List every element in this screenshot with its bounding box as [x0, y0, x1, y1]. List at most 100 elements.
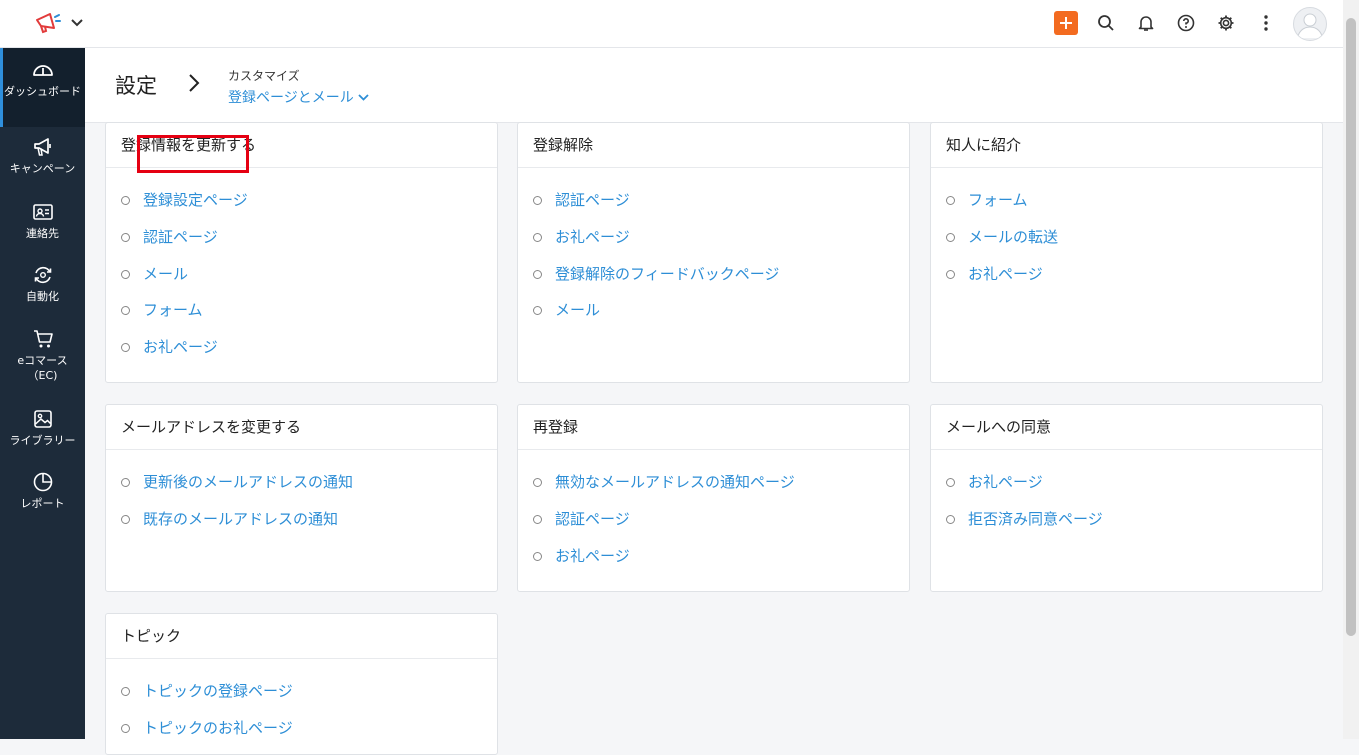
list-item: 認証ページ	[518, 501, 909, 538]
link-existing-email-notice[interactable]: 既存のメールアドレスの通知	[143, 510, 338, 528]
list-item: お礼ページ	[931, 464, 1322, 501]
list-item: お礼ページ	[931, 256, 1322, 293]
bullet-icon	[121, 514, 130, 524]
add-button[interactable]	[1054, 11, 1078, 35]
chevron-down-icon[interactable]	[70, 16, 84, 30]
list-item: メールの転送	[931, 219, 1322, 256]
user-avatar[interactable]	[1293, 7, 1327, 41]
page-title: 設定	[115, 74, 157, 98]
breadcrumb-parent[interactable]: カスタマイズ	[228, 67, 300, 84]
bullet-icon	[121, 232, 130, 242]
list-item: お礼ページ	[518, 219, 909, 256]
top-bar	[0, 0, 1343, 48]
sidebar-item-ecommerce[interactable]: eコマース（EC)	[0, 328, 85, 392]
bullet-icon	[121, 196, 130, 205]
settings-button[interactable]	[1215, 12, 1237, 34]
bullet-icon	[946, 478, 955, 487]
link-thank-you-page[interactable]: お礼ページ	[968, 265, 1043, 283]
sidebar-item-label: レポート	[20, 497, 65, 510]
link-topic-subscription-page[interactable]: トピックの登録ページ	[143, 682, 293, 700]
list-item: 登録設定ページ	[106, 182, 497, 219]
link-invalid-email-notice-page[interactable]: 無効なメールアドレスの通知ページ	[555, 473, 795, 491]
link-topic-thank-you-page[interactable]: トピックのお礼ページ	[143, 719, 293, 737]
sidebar-item-contacts[interactable]: 連絡先	[0, 201, 85, 257]
sidebar-item-label: キャンペーン	[9, 162, 76, 175]
link-thank-you-page[interactable]: お礼ページ	[968, 473, 1043, 491]
bullet-icon	[533, 551, 542, 561]
bullet-icon	[121, 343, 130, 353]
bullet-icon	[533, 306, 542, 316]
sidebar-item-automation[interactable]: 自動化	[0, 264, 85, 320]
link-form[interactable]: フォーム	[143, 301, 203, 319]
sidebar-item-library[interactable]: ライブラリー	[0, 408, 85, 464]
link-confirmation-page[interactable]: 認証ページ	[555, 191, 630, 209]
list-item: 登録解除のフィードバックページ	[518, 256, 909, 293]
sidebar-item-dashboard[interactable]: ダッシュボード	[0, 48, 85, 127]
list-item: 拒否済み同意ページ	[931, 501, 1322, 538]
card-email-consent: メールへの同意 お礼ページ 拒否済み同意ページ	[930, 404, 1323, 592]
card-topics: トピック トピックの登録ページ トピックのお礼ページ	[105, 613, 498, 755]
link-form[interactable]: フォーム	[968, 191, 1028, 209]
card-title: メールアドレスを変更する	[106, 405, 497, 450]
link-confirmation-page[interactable]: 認証ページ	[555, 510, 630, 528]
page-header: 設定 カスタマイズ 登録ページとメール	[85, 48, 1343, 123]
card-change-email: メールアドレスを変更する 更新後のメールアドレスの通知 既存のメールアドレスの通…	[105, 404, 498, 592]
link-email[interactable]: メール	[143, 265, 188, 283]
card-title: 知人に紹介	[931, 123, 1322, 168]
list-item: 更新後のメールアドレスの通知	[106, 464, 497, 501]
megaphone-logo-icon[interactable]	[34, 11, 62, 35]
gear-icon	[1218, 15, 1234, 31]
bullet-icon	[946, 269, 955, 279]
list-item: トピックの登録ページ	[106, 673, 497, 710]
help-button[interactable]	[1175, 12, 1197, 34]
notifications-button[interactable]	[1135, 12, 1157, 34]
more-vertical-icon	[1264, 15, 1268, 31]
chevron-down-icon	[358, 93, 369, 101]
list-item: メール	[106, 256, 497, 293]
help-icon	[1177, 14, 1195, 32]
card-refer-friend: 知人に紹介 フォーム メールの転送 お礼ページ	[930, 122, 1323, 383]
bullet-icon	[533, 232, 542, 242]
link-email[interactable]: メール	[555, 301, 600, 319]
link-thank-you-page[interactable]: お礼ページ	[555, 547, 630, 565]
card-update-subscription: 登録情報を更新する 登録設定ページ 認証ページ メール フォーム お礼ページ	[105, 122, 498, 383]
megaphone-icon	[33, 138, 51, 156]
list-item: 認証ページ	[106, 219, 497, 256]
chevron-right-icon	[189, 74, 200, 92]
bullet-icon	[533, 478, 542, 487]
bullet-icon	[121, 478, 130, 487]
vertical-scrollbar[interactable]	[1343, 0, 1359, 739]
card-resubscribe: 再登録 無効なメールアドレスの通知ページ 認証ページ お礼ページ	[517, 404, 910, 592]
link-unsubscribe-feedback-page[interactable]: 登録解除のフィードバックページ	[555, 265, 779, 283]
breadcrumb-current-dropdown[interactable]: 登録ページとメール	[228, 87, 370, 107]
link-email-forward[interactable]: メールの転送	[968, 228, 1058, 246]
scrollbar-thumb[interactable]	[1346, 18, 1356, 636]
card-title: 登録解除	[518, 123, 909, 168]
list-item: トピックのお礼ページ	[106, 710, 497, 747]
more-menu-button[interactable]	[1255, 12, 1277, 34]
link-updated-email-notice[interactable]: 更新後のメールアドレスの通知	[143, 473, 353, 491]
sidebar-item-label: 連絡先	[26, 227, 59, 240]
search-button[interactable]	[1095, 12, 1117, 34]
sidebar-item-label: ダッシュボード	[4, 85, 81, 98]
bullet-icon	[533, 196, 542, 205]
list-item: 無効なメールアドレスの通知ページ	[518, 464, 909, 501]
link-subscription-settings-page[interactable]: 登録設定ページ	[143, 191, 248, 209]
plus-icon	[1060, 17, 1072, 29]
sidebar-item-reports[interactable]: レポート	[0, 471, 85, 527]
bullet-icon	[533, 514, 542, 524]
bullet-icon	[946, 196, 955, 205]
cart-icon	[33, 330, 53, 348]
sidebar-item-campaigns[interactable]: キャンペーン	[0, 136, 85, 192]
link-thank-you-page[interactable]: お礼ページ	[555, 228, 630, 246]
link-declined-consent-page[interactable]: 拒否済み同意ページ	[968, 510, 1103, 528]
pie-chart-icon	[33, 472, 52, 492]
breadcrumb-current-label: 登録ページとメール	[228, 90, 354, 106]
link-confirmation-page[interactable]: 認証ページ	[143, 228, 218, 246]
image-library-icon	[33, 410, 52, 428]
sidebar-item-label: eコマース（EC)	[17, 354, 68, 382]
link-thank-you-page[interactable]: お礼ページ	[143, 338, 218, 356]
bullet-icon	[946, 232, 955, 242]
sidebar-item-label: 自動化	[26, 290, 59, 303]
bullet-icon	[121, 269, 130, 279]
